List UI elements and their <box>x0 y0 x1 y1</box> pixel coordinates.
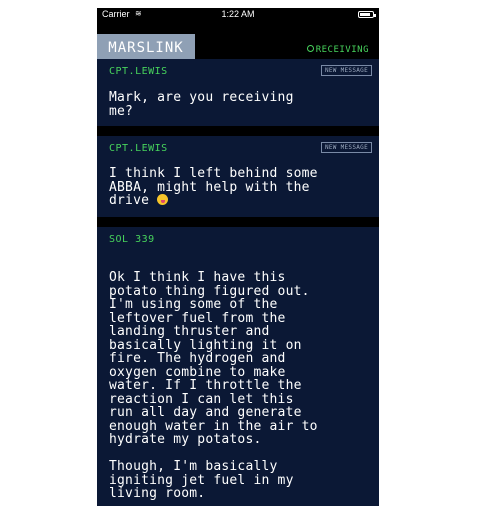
message-text: Mark, are you receiving me? <box>109 90 294 119</box>
new-message-badge: NEW MESSAGE <box>320 142 372 153</box>
receiving-label: RECEIVING <box>315 45 369 55</box>
message-card[interactable]: CPT.LEWIS NEW MESSAGE Mark, are you rece… <box>97 59 379 126</box>
message-text: I think I left behind some ABBA, might h… <box>109 167 367 208</box>
tongue-out-emoji-icon <box>157 194 169 205</box>
message-card[interactable]: CPT.LEWIS NEW MESSAGE I think I left beh… <box>97 136 379 217</box>
clock: 1:22 AM <box>221 9 255 19</box>
message-text: Ok I think I have this potato thing figu… <box>109 270 318 501</box>
app-title[interactable]: MARSLINK <box>97 34 195 62</box>
battery-icon <box>358 11 376 18</box>
receiving-indicator: RECEIVING <box>306 45 369 55</box>
app-header: MARSLINK RECEIVING <box>97 21 379 62</box>
message-sender: CPT.LEWIS <box>109 143 168 154</box>
status-bar: Carrier ≋ 1:22 AM <box>97 8 379 21</box>
message-divider <box>97 217 379 227</box>
message-card[interactable]: SOL 339 Ok I think I have this potato th… <box>97 227 379 506</box>
message-sender: SOL 339 <box>109 234 155 245</box>
message-divider <box>97 126 379 136</box>
new-message-badge: NEW MESSAGE <box>320 65 372 76</box>
message-sender: CPT.LEWIS <box>109 66 168 77</box>
message-text-content: I think I left behind some ABBA, might h… <box>109 166 318 208</box>
status-dot-icon <box>306 45 314 52</box>
phone-screen: Carrier ≋ 1:22 AM MARSLINK RECEIVING CPT… <box>97 8 379 506</box>
